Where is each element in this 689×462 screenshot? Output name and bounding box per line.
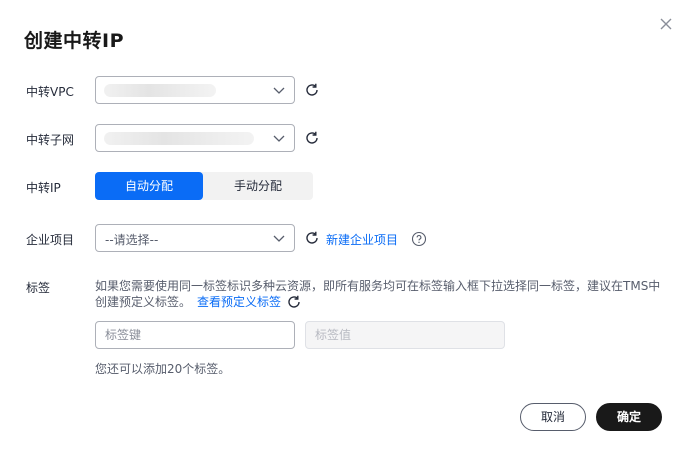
tags-remaining-text: 您还可以添加20个标签。 [95,362,231,376]
enterprise-project-label: 企业项目 [26,233,75,247]
close-icon[interactable] [656,14,676,34]
subnet-select-value [104,132,254,145]
tags-refresh-icon[interactable] [286,294,302,310]
create-enterprise-project-link[interactable]: 新建企业项目 [326,231,398,248]
chevron-down-icon [273,87,285,94]
create-transit-ip-dialog: 创建中转IP 中转VPC 中转子网 中转IP 自动分配 手动分配 企业项目 --… [0,0,689,462]
cancel-button[interactable]: 取消 [520,403,586,431]
tags-label: 标签 [26,281,51,295]
tags-description-line2-wrap: 创建预定义标签。 查看预定义标签 [95,294,667,310]
view-predefined-tags-link[interactable]: 查看预定义标签 [197,295,281,309]
auto-assign-option[interactable]: 自动分配 [95,172,203,200]
ip-label: 中转IP [26,181,61,195]
enterprise-project-placeholder: --请选择-- [105,233,159,247]
tags-description-line2: 创建预定义标签。 [95,295,192,309]
tags-description: 如果您需要使用同一标签标识多种云资源，即所有服务均可在标签输入框下拉选择同一标签… [95,278,667,310]
vpc-refresh-icon[interactable] [304,82,320,98]
vpc-select[interactable] [95,76,295,104]
chevron-down-icon [273,235,285,242]
chevron-down-icon [273,135,285,142]
enterprise-project-select[interactable]: --请选择-- [95,224,295,252]
tag-key-input[interactable]: 标签键 [95,321,295,349]
tags-description-line1: 如果您需要使用同一标签标识多种云资源，即所有服务均可在标签输入框下拉选择同一标签… [95,279,661,293]
vpc-label: 中转VPC [26,85,74,99]
subnet-select[interactable] [95,124,295,152]
manual-assign-option[interactable]: 手动分配 [203,172,313,200]
enterprise-project-refresh-icon[interactable] [304,230,320,246]
dialog-title: 创建中转IP [24,30,124,52]
subnet-refresh-icon[interactable] [304,130,320,146]
tag-value-input[interactable]: 标签值 [305,321,505,349]
ip-allocation-toggle: 自动分配 手动分配 [95,172,313,200]
subnet-label: 中转子网 [26,133,75,147]
vpc-select-value [104,84,216,97]
help-icon[interactable] [411,231,427,247]
confirm-button[interactable]: 确定 [596,403,662,431]
